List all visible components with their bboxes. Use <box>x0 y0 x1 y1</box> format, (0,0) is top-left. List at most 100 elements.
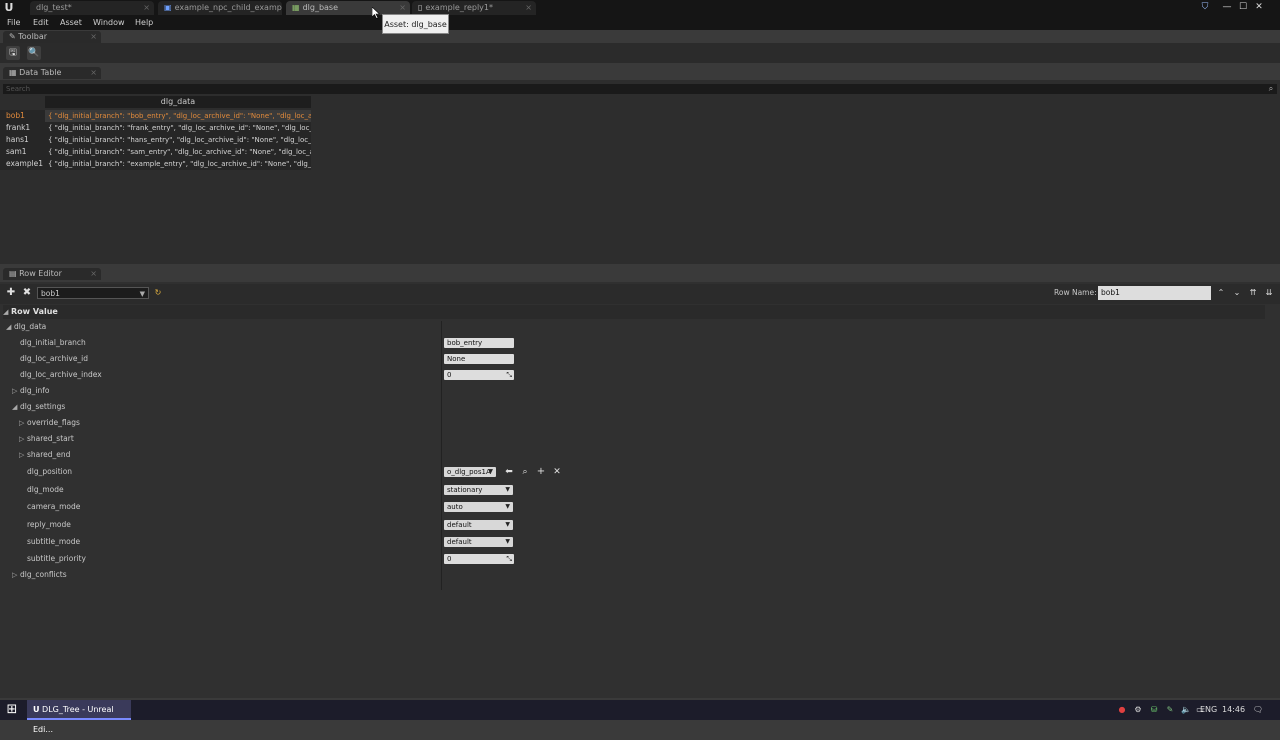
loc-archive-index-stepper[interactable]: 0 ⤡ <box>444 370 514 380</box>
collapsed-triangle-icon: ▷ <box>19 419 25 427</box>
language-indicator[interactable]: ENG <box>1200 700 1217 720</box>
stepper-value: 0 <box>447 555 452 563</box>
windows-start-icon[interactable]: ⊞ <box>4 702 20 718</box>
row-value-section[interactable]: ◢ Row Value <box>3 305 1265 319</box>
browse-icon[interactable]: 🔍 <box>27 46 41 60</box>
table-row-value[interactable]: { "dlg_initial_branch": "example_entry",… <box>45 158 311 170</box>
spin-icon[interactable]: ⤡ <box>506 370 512 380</box>
prop-label: dlg_info <box>20 386 50 395</box>
section-title: Row Value <box>11 307 58 316</box>
prop-dlg-settings[interactable]: ◢ dlg_settings <box>12 400 65 414</box>
clock[interactable]: 14:46 <box>1222 700 1245 720</box>
doc-tab-dlg-test[interactable]: dlg_test* × <box>30 1 154 15</box>
add-row-icon[interactable]: ✚ <box>6 287 16 299</box>
save-icon[interactable]: 🖫 <box>6 46 20 60</box>
close-icon[interactable]: × <box>90 268 97 280</box>
tray-green-icon[interactable]: ⛁ <box>1148 704 1160 716</box>
subtitle-priority-stepper[interactable]: 0 ⤡ <box>444 554 514 564</box>
table-row-name[interactable]: sam1 <box>6 146 27 158</box>
table-row-name[interactable]: bob1 <box>6 110 25 122</box>
property-divider[interactable] <box>441 321 442 590</box>
browse-icon[interactable]: ⌕ <box>520 466 530 478</box>
row-name-input[interactable]: bob1 <box>1098 286 1211 300</box>
remove-row-icon[interactable]: ✖ <box>22 287 32 299</box>
datatable-icon: ▦ <box>292 3 300 12</box>
prop-dlg-conflicts[interactable]: ▷ dlg_conflicts <box>12 568 67 582</box>
move-top-icon[interactable]: ⇈ <box>1248 287 1258 299</box>
prop-camera-mode-label: camera_mode <box>27 502 81 511</box>
prop-dlg-data[interactable]: ◢ dlg_data <box>6 320 46 334</box>
prop-loc-archive-id-label: dlg_loc_archive_id <box>20 354 89 363</box>
volume-icon[interactable]: 🔈 <box>1180 704 1192 716</box>
maximize-icon[interactable]: ☐ <box>1236 0 1250 14</box>
column-header[interactable]: dlg_data <box>45 96 311 108</box>
search-icon[interactable]: ⌕ <box>1266 84 1276 94</box>
taskbar-app-unreal[interactable]: U DLG_Tree - Unreal Edi... <box>27 700 131 734</box>
close-icon[interactable]: × <box>90 67 97 79</box>
prop-label: dlg_data <box>14 322 47 331</box>
chevron-down-icon: ▼ <box>505 503 510 510</box>
row-name-label: Row Name: <box>1054 288 1097 297</box>
add-icon[interactable]: + <box>536 466 546 478</box>
use-selected-icon[interactable]: ⬅ <box>504 466 514 478</box>
subtitle-mode-select[interactable]: default ▼ <box>444 537 513 547</box>
feedback-icon[interactable]: ⛉ <box>1198 0 1212 14</box>
close-icon[interactable]: × <box>143 1 150 15</box>
stepper-value: 0 <box>447 371 452 379</box>
menu-edit[interactable]: Edit <box>33 16 49 30</box>
row-select-combo[interactable]: bob1 ▼ <box>37 287 149 299</box>
table-row-value[interactable]: { "dlg_initial_branch": "hans_entry", "d… <box>45 134 311 146</box>
spin-icon[interactable]: ⤡ <box>506 554 512 564</box>
menu-window[interactable]: Window <box>93 16 125 30</box>
toolbar-panel-tab[interactable]: ✎ Toolbar × <box>3 31 101 43</box>
mode-select[interactable]: stationary ▼ <box>444 485 513 495</box>
roweditor-panel-tab[interactable]: ▤ Row Editor × <box>3 268 101 280</box>
tray-app-icon[interactable]: ⚙ <box>1132 704 1144 716</box>
move-bottom-icon[interactable]: ⇊ <box>1264 287 1274 299</box>
camera-mode-select[interactable]: auto ▼ <box>444 502 513 512</box>
table-row-name[interactable]: hans1 <box>6 134 29 146</box>
table-row-name[interactable]: example1 <box>6 158 43 170</box>
collapsed-triangle-icon: ▷ <box>12 387 18 395</box>
expanded-triangle-icon: ◢ <box>6 323 12 331</box>
prop-initial-branch-label: dlg_initial_branch <box>20 338 86 347</box>
close-icon[interactable]: × <box>525 1 532 15</box>
search-input[interactable]: Search <box>3 84 1277 94</box>
position-asset-combo[interactable]: o_dlg_pos1A ▼ <box>444 467 496 477</box>
move-down-icon[interactable]: ⌄ <box>1232 287 1242 299</box>
prop-override-flags[interactable]: ▷ override_flags <box>19 416 80 430</box>
prop-dlg-info[interactable]: ▷ dlg_info <box>12 384 49 398</box>
clear-icon[interactable]: ✕ <box>552 466 562 478</box>
move-up-icon[interactable]: ⌃ <box>1216 287 1226 299</box>
close-icon[interactable]: × <box>90 31 97 43</box>
collapse-triangle-icon: ◢ <box>3 308 9 316</box>
tab-label: example_reply1* <box>425 3 493 12</box>
ue-logo-icon[interactable]: U <box>2 1 16 15</box>
loc-archive-id-input[interactable]: None <box>444 354 514 364</box>
table-row-value[interactable]: { "dlg_initial_branch": "frank_entry", "… <box>45 122 311 134</box>
prop-shared-start[interactable]: ▷ shared_start <box>19 432 74 446</box>
menu-help[interactable]: Help <box>135 16 153 30</box>
minimize-icon[interactable]: — <box>1220 0 1234 14</box>
combo-value: auto <box>447 503 463 511</box>
menu-asset[interactable]: Asset <box>60 16 82 30</box>
doc-tab-example-npc[interactable]: ▣ example_npc_child_examp <box>158 1 282 15</box>
table-row-value[interactable]: { "dlg_initial_branch": "bob_entry", "dl… <box>45 110 311 122</box>
table-row-name[interactable]: frank1 <box>6 122 30 134</box>
record-icon[interactable]: ● <box>1116 704 1128 716</box>
tray-pen-icon[interactable]: ✎ <box>1164 704 1176 716</box>
tab-label: dlg_base <box>302 3 339 12</box>
doc-tab-example-reply1[interactable]: ▯ example_reply1* × <box>412 1 536 15</box>
reset-icon[interactable]: ↻ <box>153 287 163 299</box>
initial-branch-input[interactable]: bob_entry <box>444 338 514 348</box>
close-icon[interactable]: × <box>399 1 406 15</box>
menu-bar <box>0 16 1280 30</box>
reply-mode-select[interactable]: default ▼ <box>444 520 513 530</box>
notification-icon[interactable]: 🗨 <box>1252 704 1264 716</box>
menu-file[interactable]: File <box>7 16 20 30</box>
close-window-icon[interactable]: ✕ <box>1252 0 1266 14</box>
prop-shared-end[interactable]: ▷ shared_end <box>19 448 70 462</box>
datatable-panel-tab[interactable]: ▦ Data Table × <box>3 67 101 79</box>
table-row-value[interactable]: { "dlg_initial_branch": "sam_entry", "dl… <box>45 146 311 158</box>
doc-tab-dlg-base[interactable]: ▦ dlg_base × <box>286 1 410 15</box>
